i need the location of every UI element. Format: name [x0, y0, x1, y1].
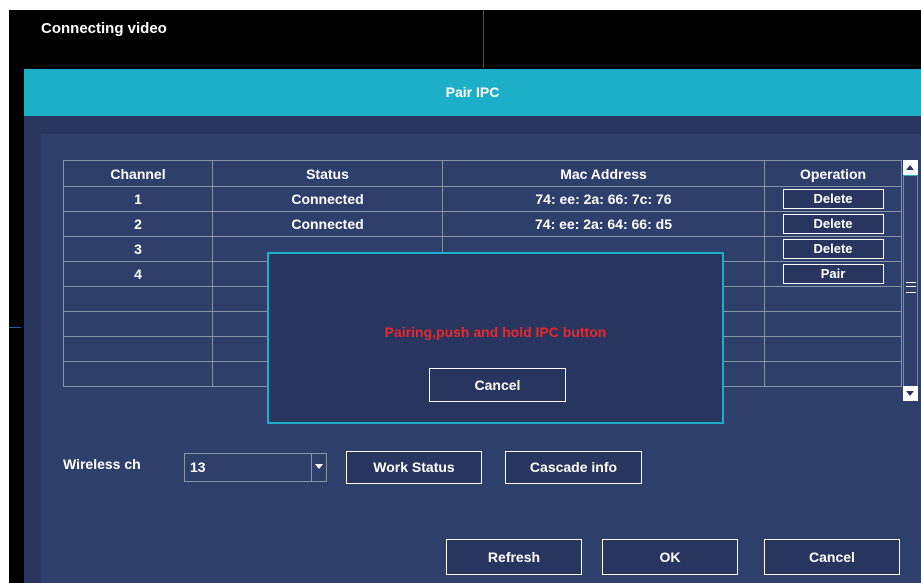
cell-operation: Delete — [764, 186, 902, 212]
refresh-button[interactable]: Refresh — [446, 539, 582, 575]
table-scrollbar[interactable] — [903, 160, 918, 401]
table-header-row: Channel Status Mac Address Operation — [63, 160, 902, 187]
cell-operation: Pair — [764, 261, 902, 287]
cell-operation: Delete — [764, 236, 902, 262]
pair-button[interactable]: Pair — [782, 264, 884, 284]
header-channel: Channel — [63, 160, 213, 187]
cell-operation — [764, 336, 902, 362]
header-operation: Operation — [764, 160, 902, 187]
cell-mac: 74: ee: 2a: 66: 7c: 76 — [442, 186, 765, 212]
wireless-ch-value: 13 — [190, 459, 206, 475]
connecting-status: Connecting video — [41, 20, 167, 37]
cell-channel: 3 — [63, 236, 213, 262]
cell-channel — [63, 336, 213, 362]
dropdown-arrow-icon[interactable] — [311, 454, 326, 481]
popup-cancel-button[interactable]: Cancel — [429, 368, 566, 402]
scroll-up-icon — [906, 165, 914, 170]
screen-divider-vertical — [483, 10, 484, 68]
cell-operation — [764, 286, 902, 312]
wireless-ch-label: Wireless ch — [63, 456, 141, 472]
scroll-down-button[interactable] — [903, 386, 918, 401]
delete-button[interactable]: Delete — [782, 189, 884, 209]
header-status: Status — [212, 160, 443, 187]
delete-button[interactable]: Delete — [782, 239, 884, 259]
cell-status: Connected — [212, 186, 443, 212]
cell-channel: 2 — [63, 211, 213, 237]
cell-channel: 4 — [63, 261, 213, 287]
cascade-info-button[interactable]: Cascade info — [505, 451, 642, 484]
pair-ipc-dialog: Pair IPC Channel Status Mac Address Oper… — [24, 69, 921, 583]
header-mac-address: Mac Address — [442, 160, 765, 187]
scroll-down-icon — [906, 391, 914, 396]
cell-channel: 1 — [63, 186, 213, 212]
scroll-grip-icon[interactable] — [906, 282, 916, 293]
pairing-popup: Pairing,push and hold IPC button Cancel — [267, 252, 724, 424]
cell-channel — [63, 286, 213, 312]
cancel-button[interactable]: Cancel — [764, 539, 900, 575]
table-row[interactable]: 2 Connected 74: ee: 2a: 64: 66: d5 Delet… — [63, 211, 902, 237]
cell-operation: Delete — [764, 211, 902, 237]
pairing-message: Pairing,push and hold IPC button — [384, 324, 607, 340]
scroll-up-button[interactable] — [903, 160, 918, 175]
work-status-button[interactable]: Work Status — [346, 451, 482, 484]
screen-divider-horizontal — [9, 327, 21, 328]
dropdown-triangle — [315, 464, 323, 469]
cell-operation — [764, 361, 902, 387]
dialog-title: Pair IPC — [24, 69, 921, 116]
cell-operation — [764, 311, 902, 337]
video-screen: Connecting video Pair IPC Channel Status… — [9, 10, 921, 583]
cell-channel — [63, 311, 213, 337]
table-row[interactable]: 1 Connected 74: ee: 2a: 66: 7c: 76 Delet… — [63, 186, 902, 212]
delete-button[interactable]: Delete — [782, 214, 884, 234]
wireless-ch-select[interactable]: 13 — [184, 453, 327, 482]
cell-mac: 74: ee: 2a: 64: 66: d5 — [442, 211, 765, 237]
cell-status: Connected — [212, 211, 443, 237]
ok-button[interactable]: OK — [602, 539, 738, 575]
cell-channel — [63, 361, 213, 387]
